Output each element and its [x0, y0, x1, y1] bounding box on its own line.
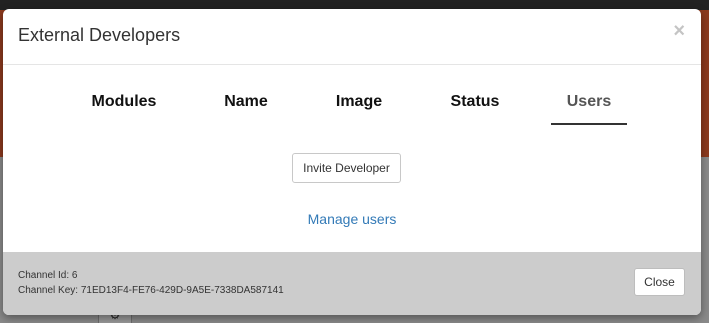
close-icon[interactable]: ×: [673, 21, 685, 41]
channel-id: Channel Id: 6: [18, 270, 78, 281]
tab-users[interactable]: Users: [551, 87, 627, 125]
manage-users-link-text[interactable]: Manage users: [308, 211, 397, 227]
manage-users-link: Manage users: [3, 211, 701, 227]
tab-modules[interactable]: Modules: [85, 87, 163, 125]
close-button[interactable]: Close: [634, 268, 685, 296]
tab-image[interactable]: Image: [328, 87, 390, 125]
tab-status[interactable]: Status: [442, 87, 508, 125]
modal-title: External Developers: [18, 25, 181, 45]
modal-header: External Developers ×: [3, 9, 701, 65]
tab-bar: Modules Name Image Status Users: [3, 87, 701, 127]
invite-developer-button[interactable]: Invite Developer: [292, 153, 401, 183]
channel-key: Channel Key: 71ED13F4-FE76-429D-9A5E-733…: [18, 285, 284, 296]
modal-footer: Channel Id: 6 Channel Key: 71ED13F4-FE76…: [3, 252, 701, 315]
tab-name[interactable]: Name: [216, 87, 276, 125]
channel-info: Channel Id: 6 Channel Key: 71ED13F4-FE76…: [18, 268, 284, 298]
external-developers-modal: External Developers × Modules Name Image…: [3, 9, 701, 315]
